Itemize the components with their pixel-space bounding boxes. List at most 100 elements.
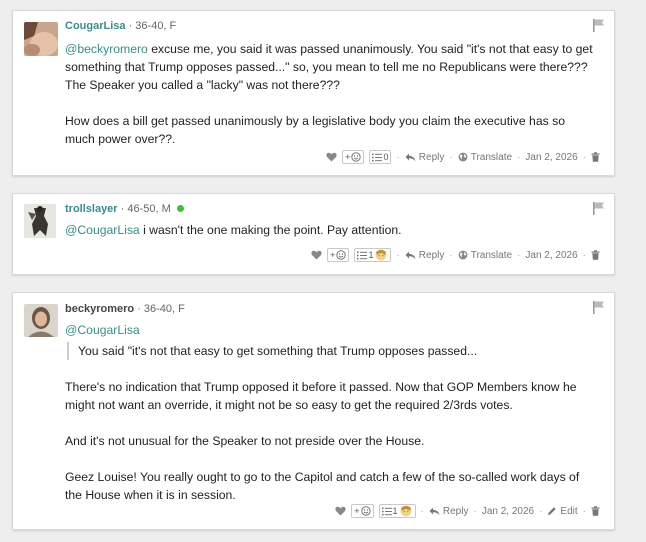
translate-label: Translate: [470, 151, 513, 163]
comment-text: There's no indication that Trump opposed…: [65, 380, 577, 412]
list-icon: [357, 251, 368, 260]
comment-text: i wasn't the one making the point. Pay a…: [139, 223, 402, 237]
comment-card: CougarLisa · 36-40, F @beckyromero excus…: [12, 10, 615, 176]
edit-label: Edit: [560, 505, 578, 517]
flag-icon[interactable]: [592, 18, 606, 32]
comment-actions: +1 · Reply · Translate · Jan 2, 2026 ·: [311, 247, 600, 263]
comment-header: trollslayer · 46-50, M: [65, 203, 184, 215]
smiley-icon: [336, 250, 347, 260]
smiley-icon: [360, 506, 371, 516]
add-reaction-button[interactable]: +: [351, 504, 374, 518]
reactions-list-button[interactable]: 0: [369, 150, 392, 164]
separator: ·: [473, 505, 477, 517]
mention-line: @CougarLisa: [65, 321, 594, 339]
comment-body: @CougarLisa i wasn't the one making the …: [65, 221, 594, 239]
reactions-list-button[interactable]: 1: [354, 248, 392, 262]
mention-link[interactable]: @CougarLisa: [65, 223, 140, 237]
comment-paragraph: @CougarLisa i wasn't the one making the …: [65, 221, 594, 239]
separator: ·: [582, 505, 586, 517]
quote-block: You said "it's not that easy to get some…: [67, 342, 594, 360]
comment-text: Geez Louise! You really ought to go to t…: [65, 470, 580, 502]
globe-icon: [458, 250, 468, 260]
comment-paragraph: There's no indication that Trump opposed…: [65, 378, 594, 414]
separator: ·: [582, 249, 586, 261]
user-meta: · 36-40, F: [137, 303, 185, 315]
reply-arrow-icon: [429, 507, 440, 516]
user-meta: · 46-50, M: [120, 203, 171, 215]
comment-text: How does a bill get passed unanimously b…: [65, 114, 565, 146]
comment-paragraph: @beckyromero excuse me, you said it was …: [65, 40, 594, 94]
heart-icon[interactable]: [311, 250, 322, 260]
reply-button[interactable]: Reply: [429, 505, 469, 517]
separator: ·: [449, 249, 453, 261]
avatar[interactable]: [24, 22, 58, 56]
comment-actions: +0 · Reply · Translate · Jan 2, 2026 ·: [326, 149, 600, 165]
reaction-plus: +: [330, 250, 336, 260]
comment-card: beckyromero · 36-40, F @CougarLisa You sa…: [12, 292, 615, 530]
comment-header: CougarLisa · 36-40, F: [65, 20, 176, 32]
mention-link[interactable]: @CougarLisa: [65, 323, 140, 337]
heart-icon[interactable]: [326, 152, 337, 162]
pencil-icon: [547, 506, 557, 516]
comment-body: @CougarLisa You said "it's not that easy …: [65, 321, 594, 504]
avatar[interactable]: [24, 304, 58, 337]
edit-button[interactable]: Edit: [547, 505, 578, 517]
online-indicator: [176, 205, 184, 212]
separator: ·: [517, 151, 521, 163]
flag-icon[interactable]: [592, 300, 606, 314]
reaction-plus: +: [345, 152, 351, 162]
globe-icon: [458, 152, 468, 162]
comment-header: beckyromero · 36-40, F: [65, 303, 185, 315]
reply-button[interactable]: Reply: [405, 151, 445, 163]
reply-label: Reply: [418, 249, 445, 261]
reaction-count: 1: [392, 506, 398, 516]
comment-paragraph: And it's not unusual for the Speaker to …: [65, 432, 594, 450]
reply-label: Reply: [418, 151, 445, 163]
separator: ·: [582, 151, 586, 163]
separator: ·: [449, 151, 453, 163]
separator: ·: [539, 505, 543, 517]
reply-arrow-icon: [405, 251, 416, 260]
comment-card: trollslayer · 46-50, M @CougarLisa i was…: [12, 193, 615, 275]
separator: ·: [396, 249, 400, 261]
reply-button[interactable]: Reply: [405, 249, 445, 261]
comment-text: And it's not unusual for the Speaker to …: [65, 434, 425, 448]
username-link[interactable]: beckyromero: [65, 303, 134, 315]
comment-date[interactable]: Jan 2, 2026: [482, 506, 534, 517]
flag-icon[interactable]: [592, 201, 606, 215]
user-meta: · 36-40, F: [128, 20, 177, 32]
comment-body: @beckyromero excuse me, you said it was …: [65, 40, 594, 148]
reactor-avatar-icon: [374, 249, 388, 261]
comment-paragraph: Geez Louise! You really ought to go to t…: [65, 468, 594, 504]
add-reaction-button[interactable]: +: [327, 248, 350, 262]
trash-icon[interactable]: [591, 152, 600, 162]
separator: ·: [420, 505, 424, 517]
comment-actions: +1 · Reply · Jan 2, 2026 · Edit ·: [335, 503, 600, 519]
reaction-count: 1: [368, 250, 374, 260]
quote-text: You said "it's not that easy to get some…: [78, 344, 478, 358]
comment-date[interactable]: Jan 2, 2026: [525, 152, 577, 163]
list-icon: [372, 153, 383, 162]
translate-label: Translate: [470, 249, 513, 261]
comment-date[interactable]: Jan 2, 2026: [525, 250, 577, 261]
username-link[interactable]: trollslayer: [65, 203, 118, 215]
username-link[interactable]: CougarLisa: [65, 20, 126, 32]
heart-icon[interactable]: [335, 506, 346, 516]
translate-button[interactable]: Translate: [458, 152, 512, 163]
comment-paragraph: How does a bill get passed unanimously b…: [65, 112, 594, 148]
reactor-avatar-icon: [399, 505, 413, 517]
reply-label: Reply: [442, 505, 469, 517]
reaction-plus: +: [354, 506, 360, 516]
trash-icon[interactable]: [591, 250, 600, 260]
mention-link[interactable]: @beckyromero: [65, 42, 148, 56]
trash-icon[interactable]: [591, 506, 600, 516]
add-reaction-button[interactable]: +: [342, 150, 365, 164]
separator: ·: [396, 151, 400, 163]
reactions-list-button[interactable]: 1: [378, 504, 416, 518]
avatar[interactable]: [24, 204, 56, 238]
translate-button[interactable]: Translate: [458, 250, 512, 261]
